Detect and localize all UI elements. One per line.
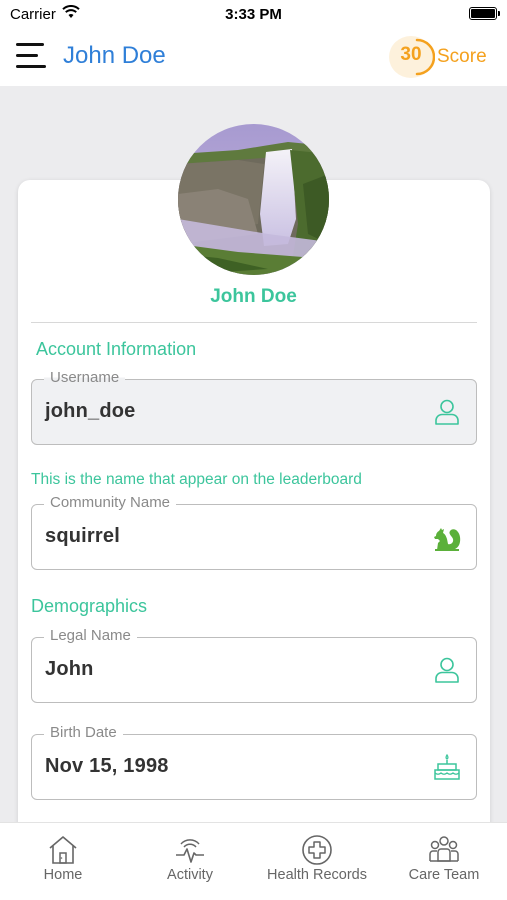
- hamburger-menu-icon[interactable]: [16, 41, 48, 71]
- home-icon: [49, 836, 77, 864]
- bottom-tab-bar: Home Activity Health Records Care Team: [0, 822, 507, 900]
- community-name-label: Community Name: [44, 494, 177, 511]
- score-value: 30: [400, 44, 422, 65]
- care-team-icon: [429, 836, 459, 862]
- tab-home[interactable]: Home: [0, 823, 126, 900]
- clock: 3:33 PM: [225, 6, 282, 23]
- health-records-icon: [302, 835, 332, 865]
- score-label: Score: [437, 46, 487, 67]
- community-name-hint: This is the name that appear on the lead…: [31, 471, 362, 488]
- tab-care-team-label: Care Team: [408, 867, 480, 883]
- user-icon: [435, 657, 459, 683]
- nav-header: John Doe 30 Score: [0, 28, 507, 86]
- tab-activity-label: Activity: [167, 867, 213, 883]
- score-badge[interactable]: 30 Score: [389, 34, 493, 80]
- community-name-field[interactable]: Community Name squirrel: [31, 494, 477, 570]
- legal-name-field[interactable]: Legal Name John: [31, 627, 477, 703]
- user-icon: [435, 399, 459, 425]
- username-label: Username: [44, 369, 126, 386]
- tab-health-records[interactable]: Health Records: [254, 823, 380, 900]
- tab-home-label: Home: [43, 867, 83, 883]
- username-field[interactable]: Username john_doe: [31, 369, 477, 445]
- legal-name-label: Legal Name: [44, 627, 137, 644]
- profile-name: John Doe: [210, 286, 297, 307]
- tab-care-team[interactable]: Care Team: [381, 823, 507, 900]
- birth-date-label: Birth Date: [44, 724, 123, 741]
- tab-activity[interactable]: Activity: [127, 823, 253, 900]
- header-title: John Doe: [63, 42, 166, 69]
- community-name-value: squirrel: [45, 525, 120, 547]
- legal-name-value: John: [45, 658, 94, 680]
- squirrel-icon: [434, 528, 461, 551]
- divider: [31, 322, 477, 323]
- username-value: john_doe: [45, 400, 136, 422]
- avatar[interactable]: [178, 124, 329, 275]
- section-title-demographics: Demographics: [31, 596, 148, 616]
- tab-health-records-label: Health Records: [267, 867, 367, 883]
- activity-icon: [176, 839, 204, 863]
- section-title-account-information: Account Information: [36, 339, 197, 359]
- birthday-cake-icon: [434, 753, 460, 780]
- status-bar: Carrier 3:33 PM: [0, 0, 507, 28]
- battery-icon: [469, 7, 500, 20]
- waterfall-avatar-image: [178, 124, 329, 275]
- birth-date-field[interactable]: Birth Date Nov 15, 1998: [31, 724, 477, 800]
- birth-date-value: Nov 15, 1998: [45, 755, 169, 777]
